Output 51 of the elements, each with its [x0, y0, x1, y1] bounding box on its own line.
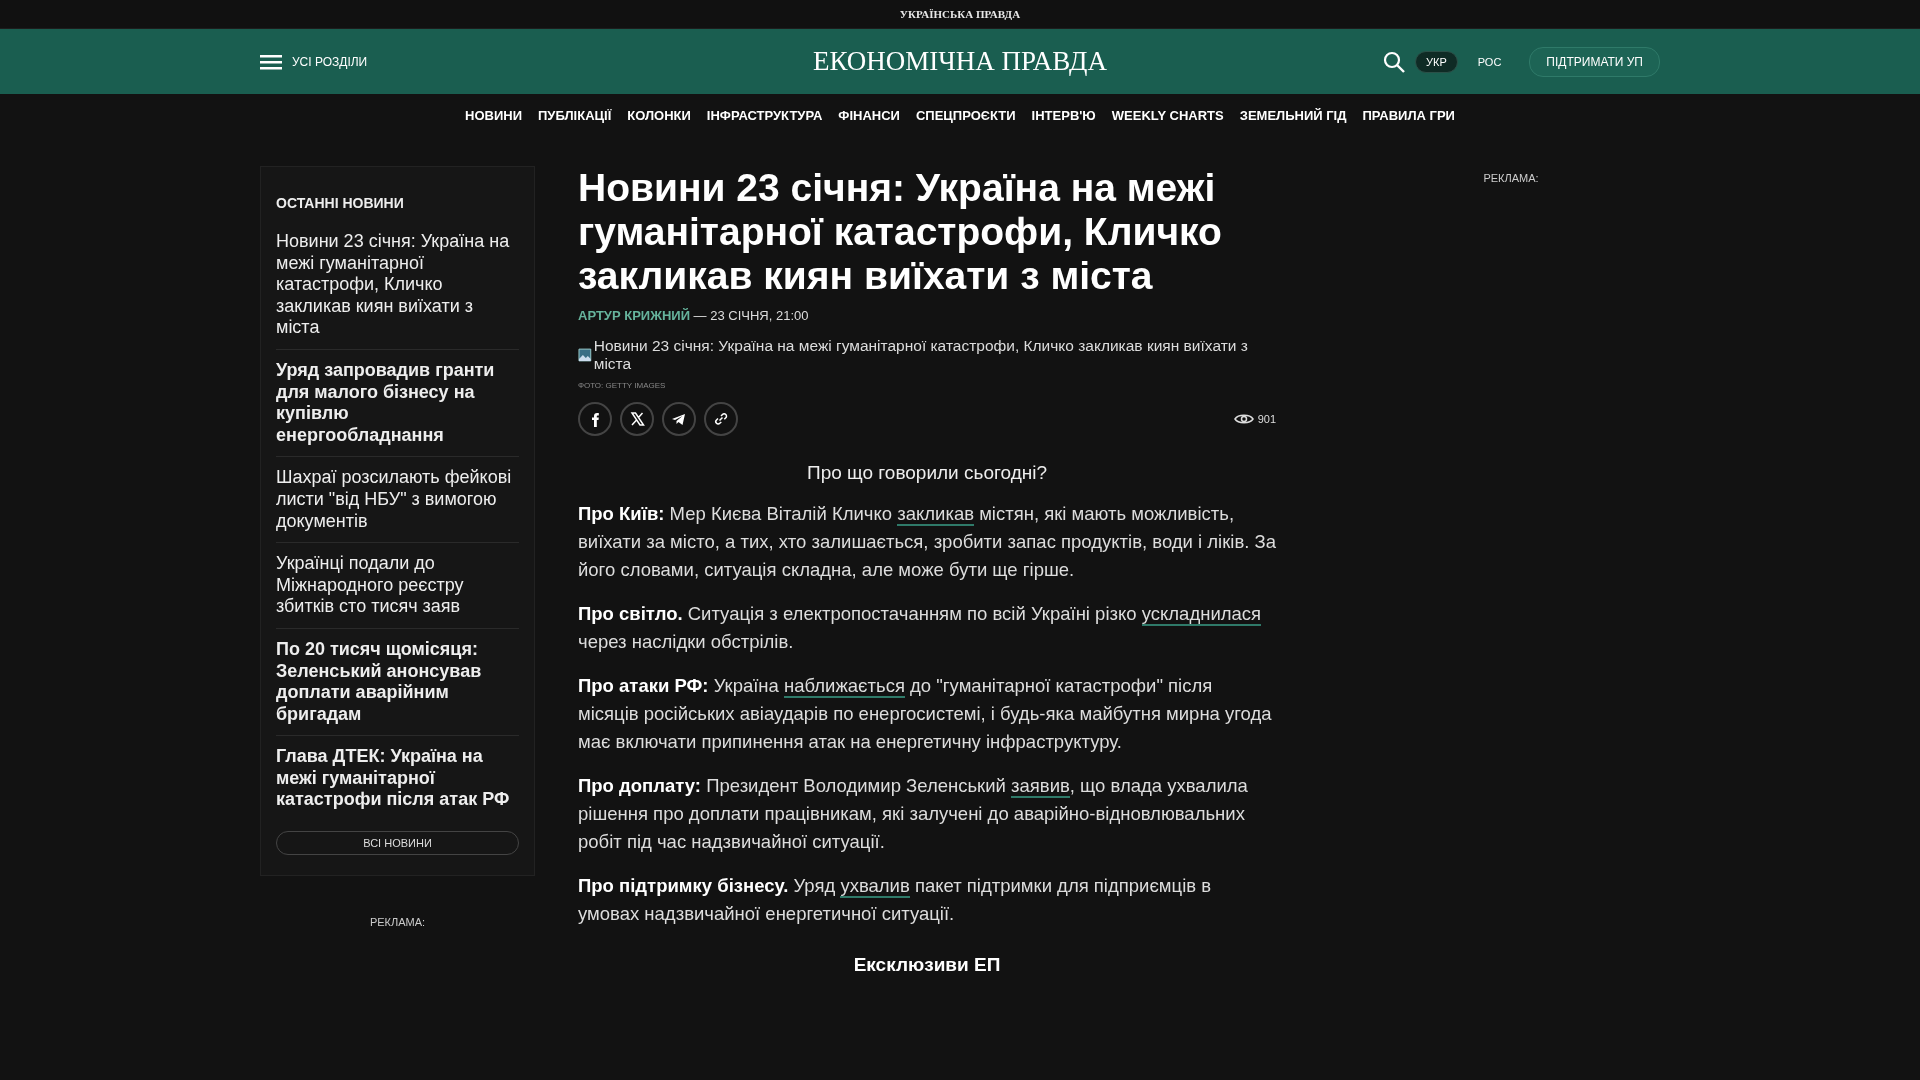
- news-link[interactable]: Українці подали до Міжнародного реєстру збитків сто тисяч заяв: [276, 543, 519, 629]
- nav-link[interactable]: КОЛОНКИ: [627, 107, 691, 123]
- inline-link[interactable]: ускладнилася: [1141, 603, 1262, 626]
- article-paragraph: Про підтримку бізнесу. Уряд ухвалив пакет підтримки для підприємців в умовах надзвичайної енергетичної ситуації.: [578, 874, 1213, 926]
- search-icon[interactable]: [1383, 50, 1405, 73]
- inline-link[interactable]: заявив: [1011, 775, 1070, 798]
- language-tab[interactable]: УКР: [1415, 50, 1458, 73]
- nav-link[interactable]: ФІНАНСИ: [838, 107, 900, 123]
- ad-label: РЕКЛАМА:: [368, 916, 427, 929]
- inline-link[interactable]: ухвалив: [840, 875, 910, 898]
- photo-credit: ФОТО: GETTY IMAGES: [578, 381, 667, 390]
- article-paragraph: Про атаки РФ: Україна наближається до "гуманітарної катастрофи" після місяців російських авіаударів по енергосистемі, і будь-яка майбутня мирна угода має включати припинення атак на енергетичну інфраструктуру.: [578, 674, 1273, 754]
- nav-link[interactable]: НОВИНИ: [465, 107, 522, 123]
- sections-menu-button[interactable]: УСІ РОЗДІЛИ: [260, 53, 368, 70]
- news-link[interactable]: Глава ДТЕК: Україна на межі гуманітарної катастрофи після атак РФ: [276, 736, 519, 822]
- inline-link[interactable]: закликав: [897, 503, 974, 526]
- site-logo[interactable]: ЕКОНОМІЧНА ПРАВДА: [812, 46, 1108, 76]
- share-button[interactable]: [704, 402, 738, 436]
- panel-title: ОСТАННІ НОВИНИ: [276, 195, 405, 211]
- nav-link[interactable]: ЗЕМЕЛЬНИЙ ГІД: [1239, 107, 1347, 123]
- news-link[interactable]: Уряд запровадив гранти для малого бізнесу на купівлю енергообладнання: [276, 349, 519, 458]
- nav-link[interactable]: ІНТЕРВ'Ю: [1031, 107, 1096, 123]
- broken-image-icon: [578, 347, 592, 363]
- article-title: Новини 23 січня: Україна на межі гуманітарної катастрофи, Кличко закликав киян виїхати з міста: [578, 166, 1223, 298]
- article-date: — 23 СІЧНЯ, 21:00: [693, 308, 809, 323]
- inline-link[interactable]: наближається: [784, 675, 905, 698]
- nav-link[interactable]: ПРАВИЛА ГРИ: [1362, 107, 1455, 123]
- nav-link[interactable]: СПЕЦПРОЄКТИ: [915, 107, 1016, 123]
- menu-icon: [260, 53, 282, 70]
- article-subheading: Про що говорили сьогодні?: [806, 462, 1048, 484]
- news-link[interactable]: По 20 тисяч щомісяця: Зеленський анонсував доплати аварійним бригадам: [276, 628, 519, 737]
- news-link[interactable]: Новини 23 січня: Україна на межі гуманітарної катастрофи, Кличко закликав киян виїхати з міста: [276, 221, 519, 350]
- article-paragraph: Про світло. Ситуація з електропостачанням по всій Україні різко ускладнилася через наслідки обстрілів.: [578, 602, 1263, 654]
- share-button[interactable]: [620, 402, 654, 436]
- article-paragraph: Про Київ: Мер Києва Віталій Кличко закликав містян, які мають можливість, виїхати за місто, а тих, хто залишається, зробити запас продуктів, води і ліків. За його словами, ситуація складна, але може бути ще гірше.: [578, 502, 1276, 582]
- nav-link[interactable]: WEEKLY CHARTS: [1111, 107, 1224, 123]
- site-name[interactable]: УКРАЇНСЬКА ПРАВДА: [899, 8, 1021, 20]
- share-button[interactable]: [578, 402, 612, 436]
- news-link[interactable]: Шахраї розсилають фейкові листи "від НБУ" з вимогою документів: [276, 457, 519, 544]
- nav-link[interactable]: ПУБЛІКАЦІЇ: [538, 107, 612, 123]
- eye-icon: [1233, 412, 1254, 426]
- view-count: 901: [1257, 413, 1276, 425]
- author-link[interactable]: АРТУР КРИЖНИЙ: [578, 308, 690, 323]
- section-heading: Ексклюзиви ЕП: [852, 954, 1002, 976]
- language-tab[interactable]: РОС: [1467, 51, 1512, 72]
- share-button[interactable]: [662, 402, 696, 436]
- ad-label: РЕКЛАМА:: [1482, 172, 1540, 184]
- article-paragraph: Про доплату: Президент Володимир Зеленський заявив, що влада ухвалила рішення про доплати працівникам, які залучені до аварійно-відновлювальних робіт під час надзвичайної ситуації.: [578, 774, 1249, 854]
- support-button[interactable]: ПІДТРИМАТИ УП: [1529, 46, 1660, 77]
- nav-link[interactable]: ІНФРАСТРУКТУРА: [706, 107, 823, 123]
- image-alt-text: Новини 23 січня: Україна на межі гуманітарної катастрофи, Кличко закликав киян виїхати з міста: [593, 337, 1249, 373]
